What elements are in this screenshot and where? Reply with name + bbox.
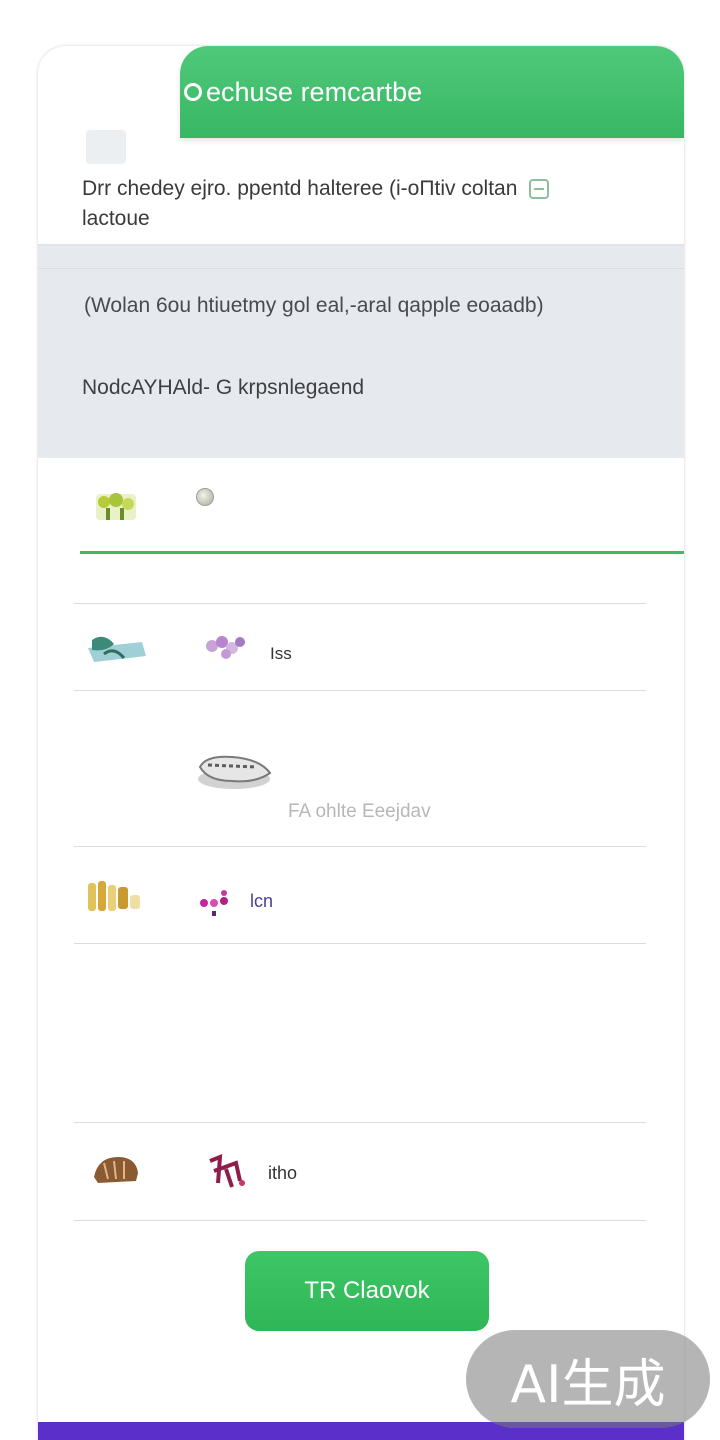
- panel-line-2: NodcAYHAld- G krpsnlegaend: [82, 376, 365, 399]
- item-label: lcn: [250, 891, 274, 911]
- logo-icon: [184, 83, 202, 101]
- item-label: Iss: [270, 644, 292, 663]
- placeholder-block: [86, 130, 126, 164]
- list-item[interactable]: lcn: [74, 847, 646, 943]
- flower-thumbnail-icon: [206, 636, 245, 659]
- item-label: itho: [268, 1163, 298, 1183]
- row-divider: [74, 1220, 646, 1221]
- primary-action-button[interactable]: TR Claovok: [245, 1251, 489, 1331]
- list-item[interactable]: itho: [74, 1123, 646, 1219]
- list-item[interactable]: Iss: [74, 604, 646, 690]
- bread-thumbnail-icon: [94, 1157, 138, 1183]
- focus-underline: [80, 551, 684, 554]
- panel-divider: [38, 268, 684, 269]
- tool-thumbnail-icon: [209, 1153, 245, 1188]
- info-icon[interactable]: [529, 179, 550, 200]
- app-screen: echuse remcartbe Drr chedey ejro. ppentd…: [38, 46, 684, 1440]
- intro-line-2: lactoue: [82, 207, 150, 230]
- list-item[interactable]: FA ohlte Eeejdav: [74, 691, 646, 847]
- header-title: echuse remcartbe: [206, 76, 423, 107]
- plant-thumbnail-icon: [96, 493, 136, 520]
- row-divider: [74, 943, 646, 944]
- bowl-thumbnail-icon: [88, 636, 146, 662]
- intro-line-1: Drr chedey ejro. ppentd halteree (i-oΠti…: [82, 177, 518, 200]
- app-header: echuse remcartbe: [180, 46, 684, 138]
- fruit-thumbnail-icon: [88, 881, 140, 911]
- info-panel: (Wolan 6ou htiuetmy gol eal,-aral qapple…: [38, 246, 684, 458]
- berries-icon: [198, 889, 244, 922]
- item-label: FA ohlte Eeejdav: [288, 801, 431, 822]
- ai-generated-watermark: AI生成: [466, 1330, 710, 1428]
- selection-row[interactable]: [80, 458, 684, 554]
- panel-line-1: (Wolan 6ou htiuetmy gol eal,-aral qapple…: [84, 294, 544, 317]
- intro-text: Drr chedey ejro. ppentd halteree (i-oΠti…: [82, 174, 672, 234]
- radio-dot[interactable]: [196, 488, 214, 506]
- shoe-thumbnail-icon: [198, 755, 272, 789]
